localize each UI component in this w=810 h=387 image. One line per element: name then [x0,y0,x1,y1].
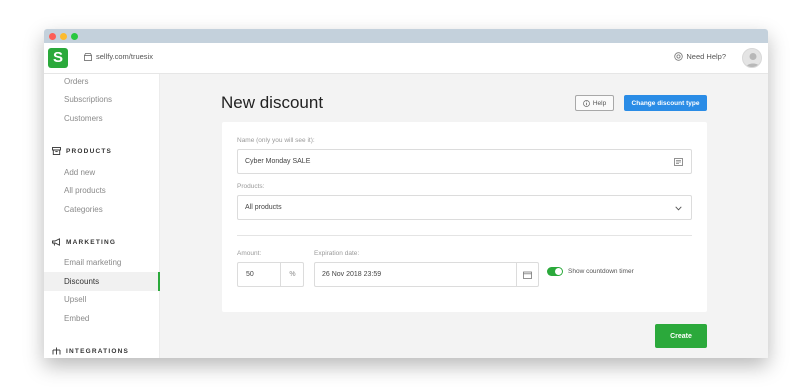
sidebar-heading-products: PRODUCTS [52,147,112,155]
sidebar-heading-marketing: MARKETING [52,238,116,246]
countdown-toggle[interactable] [547,267,563,276]
products-value: All products [245,204,282,211]
page-title: New discount [221,93,324,112]
need-help-link[interactable]: Need Help? [674,52,726,61]
need-help-label: Need Help? [686,52,726,61]
sidebar-heading-marketing-label: MARKETING [66,238,117,246]
calendar-icon [523,271,532,279]
sidebar-item-all-products[interactable]: All products [64,186,106,195]
sidebar-active-highlight [44,272,160,291]
amount-value: 50 [246,271,254,278]
name-field[interactable]: Cyber Monday SALE [237,149,692,174]
store-link[interactable]: sellfy.com/truesix [84,52,153,61]
countdown-label: Show countdown timer [568,268,634,275]
amount-label: Amount: [237,250,262,257]
id-card-icon [674,158,683,166]
change-discount-type-button[interactable]: Change discount type [624,95,707,111]
window-maximize-button[interactable] [71,33,78,40]
amount-unit: % [280,263,304,286]
sellfy-logo[interactable]: S [48,48,68,68]
sidebar-item-categories[interactable]: Categories [64,205,103,214]
products-label: Products: [237,183,265,190]
form-divider [237,235,692,236]
sidebar-item-email-marketing[interactable]: Email marketing [64,258,121,267]
window-minimize-button[interactable] [60,33,67,40]
sidebar-item-orders[interactable]: Orders [64,77,88,86]
name-label: Name (only you will see it): [237,137,315,144]
integrations-icon [52,347,61,355]
chevron-down-icon [675,206,682,211]
box-icon [52,147,61,155]
window-titlebar [44,29,768,43]
sidebar-item-customers[interactable]: Customers [64,114,103,123]
sidebar-item-add-new[interactable]: Add new [64,168,95,177]
sidebar-item-embed[interactable]: Embed [64,314,89,323]
window-close-button[interactable] [49,33,56,40]
app-window: S sellfy.com/truesix Need Help? Orders S… [44,29,768,358]
calendar-button[interactable] [516,263,538,286]
products-select[interactable]: All products [237,195,692,220]
sidebar-item-discounts[interactable]: Discounts [64,277,99,286]
name-value: Cyber Monday SALE [245,158,311,165]
user-avatar[interactable] [742,48,762,68]
megaphone-icon [52,238,60,246]
main-content: New discount Help Change discount type N… [160,74,768,358]
sidebar-item-upsell[interactable]: Upsell [64,295,86,304]
create-button[interactable]: Create [655,324,707,348]
expiration-value: 26 Nov 2018 23:59 [322,271,382,278]
expiration-label: Expiration date: [314,250,360,257]
help-button-label: Help [592,99,607,107]
sidebar-heading-integrations: INTEGRATIONS [52,347,129,355]
discount-form-card: Name (only you will see it): Cyber Monda… [222,122,707,312]
top-bar: S sellfy.com/truesix Need Help? [44,43,768,74]
help-circle-icon [674,52,684,61]
user-icon [746,53,760,67]
sidebar-heading-integrations-label: INTEGRATIONS [66,347,130,355]
amount-field[interactable]: 50 % [237,262,304,287]
sidebar: Orders Subscriptions Customers PRODUCTS … [44,74,160,358]
sidebar-heading-products-label: PRODUCTS [66,147,113,155]
expiration-date-field[interactable]: 26 Nov 2018 23:59 [314,262,539,287]
sidebar-item-subscriptions[interactable]: Subscriptions [64,95,112,104]
store-icon [84,52,92,61]
store-url: sellfy.com/truesix [96,52,153,61]
help-button[interactable]: Help [575,95,614,111]
info-icon [582,99,590,107]
